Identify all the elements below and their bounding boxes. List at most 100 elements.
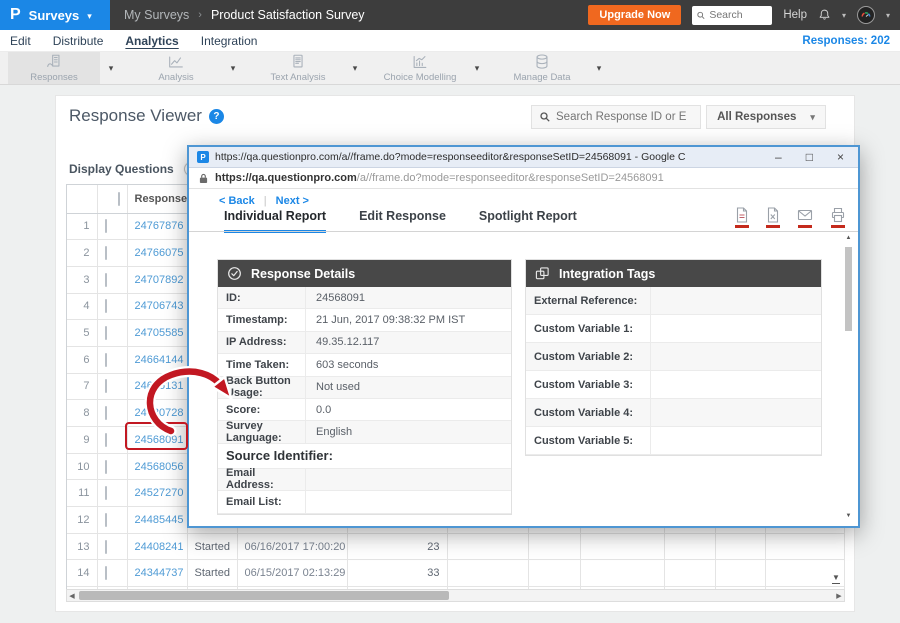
address-bar[interactable]: https://qa.questionpro.com/a//frame.do?m… (189, 168, 858, 189)
response-id-link[interactable]: 24568056 (127, 453, 187, 480)
upgrade-now-button[interactable]: Upgrade Now (588, 5, 681, 25)
checkbox[interactable] (105, 406, 107, 420)
response-search[interactable] (531, 105, 701, 129)
checkbox[interactable] (105, 540, 107, 554)
nav-item-distribute[interactable]: Distribute (53, 34, 104, 48)
avatar-caret-icon[interactable]: ▾ (886, 11, 890, 20)
response-id-link[interactable]: 24664144 (127, 346, 187, 373)
response-id-link[interactable]: 24344737 (127, 560, 187, 587)
scrollbar-thumb[interactable] (79, 591, 449, 600)
global-search[interactable] (692, 6, 772, 25)
checkbox[interactable] (105, 299, 107, 313)
ribbon-tile[interactable]: Choice Modelling (374, 52, 466, 84)
ribbon-tile[interactable]: Manage Data (496, 52, 588, 84)
notifications-caret-icon[interactable]: ▾ (842, 11, 846, 20)
email-icon[interactable] (797, 207, 813, 228)
response-id-link[interactable]: 24705585 (127, 320, 187, 347)
ribbon-tile[interactable]: Text Analysis (252, 52, 344, 84)
response-id-link[interactable]: 24620728 (127, 400, 187, 427)
ribbon-group-text-analysis[interactable]: Text Analysis▾ (252, 52, 366, 84)
row-checkbox-cell[interactable] (97, 240, 127, 267)
scroll-down-icon[interactable]: ▼ (844, 513, 853, 519)
breadcrumb-my-surveys[interactable]: My Surveys (124, 8, 189, 22)
responses-count-badge[interactable]: Responses: 202 (802, 35, 900, 47)
nav-item-analytics[interactable]: Analytics (125, 34, 178, 48)
row-checkbox-cell[interactable] (97, 266, 127, 293)
ribbon-group-analysis[interactable]: Analysis▾ (130, 52, 244, 84)
nav-item-integration[interactable]: Integration (201, 34, 258, 48)
ribbon-tile[interactable]: Analysis (130, 52, 222, 84)
response-id-link[interactable]: 24408241 (127, 533, 187, 560)
row-checkbox-cell[interactable] (97, 453, 127, 480)
scroll-left-icon[interactable]: ◀ (67, 592, 77, 600)
checkbox[interactable] (118, 192, 120, 206)
tab-spotlight-report[interactable]: Spotlight Report (479, 209, 577, 233)
minimize-icon[interactable]: – (775, 151, 782, 163)
ribbon-tile[interactable]: Responses (8, 52, 100, 84)
row-checkbox-cell[interactable] (97, 213, 127, 240)
maximize-icon[interactable]: □ (806, 151, 813, 163)
checkbox[interactable] (105, 326, 107, 340)
response-id-link[interactable]: 24485445 (127, 507, 187, 534)
chevron-down-icon[interactable]: ▾ (588, 52, 610, 84)
row-checkbox-cell[interactable] (97, 507, 127, 534)
checkbox[interactable] (105, 219, 107, 233)
response-id-link[interactable]: 24707892 (127, 266, 187, 293)
chevron-down-icon[interactable]: ▾ (466, 52, 488, 84)
surveys-app-menu[interactable]: P Surveys ▾ (0, 0, 110, 30)
row-checkbox-cell[interactable] (97, 373, 127, 400)
chevron-down-icon[interactable]: ▾ (344, 52, 366, 84)
tab-individual-report[interactable]: Individual Report (224, 209, 326, 233)
table-horizontal-scrollbar[interactable]: ◀ ▶ (66, 589, 845, 602)
ribbon-group-manage-data[interactable]: Manage Data▾ (496, 52, 610, 84)
popup-vertical-scrollbar[interactable]: ▲ ▼ (844, 235, 853, 523)
help-link[interactable]: Help (783, 9, 807, 21)
row-checkbox-cell[interactable] (97, 320, 127, 347)
close-icon[interactable]: × (837, 151, 844, 163)
pdf-icon[interactable] (735, 207, 749, 228)
excel-icon[interactable] (766, 207, 780, 228)
checkbox[interactable] (105, 566, 107, 580)
global-search-input[interactable] (709, 9, 767, 21)
notifications-bell-icon[interactable] (818, 8, 831, 22)
ribbon-group-responses[interactable]: Responses▾ (8, 52, 122, 84)
checkbox[interactable] (105, 433, 107, 447)
row-checkbox-cell[interactable] (97, 533, 127, 560)
select-all-checkbox[interactable] (97, 185, 127, 213)
window-titlebar[interactable]: P https://qa.questionpro.com/a//frame.do… (189, 147, 858, 168)
back-link[interactable]: < Back (219, 195, 255, 207)
scrollbar-thumb[interactable] (845, 247, 852, 331)
response-id-link[interactable]: 24766075 (127, 240, 187, 267)
response-id-link[interactable]: 24625131 (127, 373, 187, 400)
next-link[interactable]: Next > (276, 195, 309, 207)
help-icon[interactable]: ? (209, 109, 224, 124)
response-id-link[interactable]: 24706743 (127, 293, 187, 320)
checkbox[interactable] (105, 486, 107, 500)
row-checkbox-cell[interactable] (97, 480, 127, 507)
row-checkbox-cell[interactable] (97, 346, 127, 373)
row-checkbox-cell[interactable] (97, 293, 127, 320)
checkbox[interactable] (105, 353, 107, 367)
checkbox[interactable] (105, 273, 107, 287)
chevron-down-icon[interactable]: ▾ (100, 52, 122, 84)
print-icon[interactable] (830, 207, 846, 228)
row-checkbox-cell[interactable] (97, 560, 127, 587)
all-responses-dropdown[interactable]: All Responses ▾ (706, 105, 826, 129)
scroll-right-icon[interactable]: ▶ (834, 592, 844, 600)
scroll-up-icon[interactable]: ▲ (844, 235, 853, 241)
nav-item-edit[interactable]: Edit (10, 34, 31, 48)
checkbox[interactable] (105, 513, 107, 527)
checkbox[interactable] (105, 460, 107, 474)
row-checkbox-cell[interactable] (97, 400, 127, 427)
response-search-input[interactable] (556, 111, 686, 123)
response-id-link[interactable]: 24527270 (127, 480, 187, 507)
checkbox[interactable] (105, 379, 107, 393)
response-id-link[interactable]: 24568091 (127, 427, 187, 454)
user-avatar[interactable] (857, 6, 875, 24)
row-checkbox-cell[interactable] (97, 427, 127, 454)
ribbon-group-choice-modelling[interactable]: Choice Modelling▾ (374, 52, 488, 84)
chevron-down-icon[interactable]: ▾ (222, 52, 244, 84)
table-corner-scroll-icon[interactable]: ▼ (832, 574, 840, 584)
response-id-header[interactable]: Response ID▲ (127, 185, 187, 213)
response-id-link[interactable]: 24767876 (127, 213, 187, 240)
